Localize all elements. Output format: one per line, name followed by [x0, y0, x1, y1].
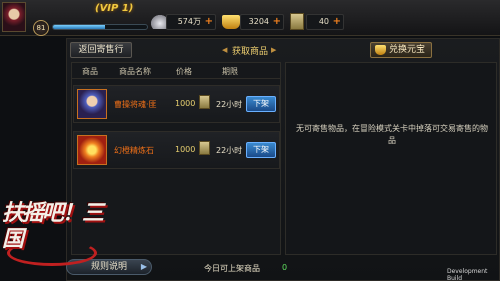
item-name: 曹操将魂·匪	[114, 100, 157, 109]
add-silver-icon[interactable]: +	[205, 15, 213, 29]
gold-counter[interactable]: 3204 +	[240, 14, 284, 30]
item-time-left: 22小时	[216, 146, 243, 155]
play-arrow-icon: ▶	[140, 262, 147, 271]
gold-ingot-icon	[375, 45, 386, 55]
ticket-icon	[199, 95, 210, 109]
back-to-consignment-button[interactable]: 返回寄售行	[70, 42, 132, 58]
gold-icon	[222, 15, 240, 29]
table-row[interactable]: 曹操将魂·匪 1000 22小时 下架	[73, 85, 280, 123]
level-badge: 81	[33, 20, 49, 36]
title-left-ornament-icon: ◀	[222, 46, 228, 54]
inventory-panel: 无可寄售物品，在冒险模式关卡中掉落可交易寄售的物品	[285, 62, 497, 255]
column-header-term: 期限	[222, 67, 238, 76]
exp-bar-fill	[53, 25, 105, 29]
ticket-icon	[199, 141, 210, 155]
add-ticket-icon[interactable]: +	[333, 15, 341, 29]
refine-stone-icon[interactable]	[77, 135, 107, 165]
exchange-gold-label: 兑换元宝	[389, 45, 426, 55]
silver-counter[interactable]: 574万 +	[166, 14, 216, 30]
vip-label[interactable]: (VIP 1)	[95, 3, 133, 14]
page-title: 获取商品	[232, 47, 269, 57]
title-right-ornament-icon: ▶	[271, 46, 277, 54]
exchange-gold-button[interactable]: 兑换元宝	[370, 42, 432, 58]
general-portrait-icon[interactable]	[77, 89, 107, 119]
header-divider	[72, 78, 280, 79]
unlist-button[interactable]: 下架	[246, 142, 276, 158]
gold-value: 3204	[248, 17, 269, 26]
item-price: 1000	[175, 99, 196, 108]
logo-text: 扶摇吧！三国	[2, 200, 104, 252]
player-avatar[interactable]	[2, 2, 26, 32]
unlist-button[interactable]: 下架	[246, 96, 276, 112]
column-header-item: 商品	[82, 67, 98, 76]
ticket-counter[interactable]: 40 +	[306, 14, 344, 30]
ticket-value: 40	[318, 17, 329, 26]
exp-bar	[52, 24, 148, 30]
build-label: Development Build	[447, 268, 488, 281]
table-row[interactable]: 幻橙精炼石 1000 22小时 下架	[73, 131, 280, 169]
empty-inventory-message: 无可寄售物品，在冒险模式关卡中掉落可交易寄售的物品	[296, 124, 488, 145]
item-name: 幻橙精炼石	[114, 146, 154, 155]
daily-listing-label: 今日可上架商品	[204, 264, 260, 273]
silver-value: 574万	[177, 17, 201, 26]
item-time-left: 22小时	[216, 100, 243, 109]
daily-listing-count: 0	[282, 263, 288, 272]
add-gold-icon[interactable]: +	[273, 15, 281, 29]
column-header-price: 价格	[176, 67, 192, 76]
item-price: 1000	[175, 145, 196, 154]
game-logo: 扶摇吧！三国	[2, 200, 104, 270]
column-header-name: 商品名称	[119, 67, 151, 76]
ticket-icon	[290, 13, 304, 30]
